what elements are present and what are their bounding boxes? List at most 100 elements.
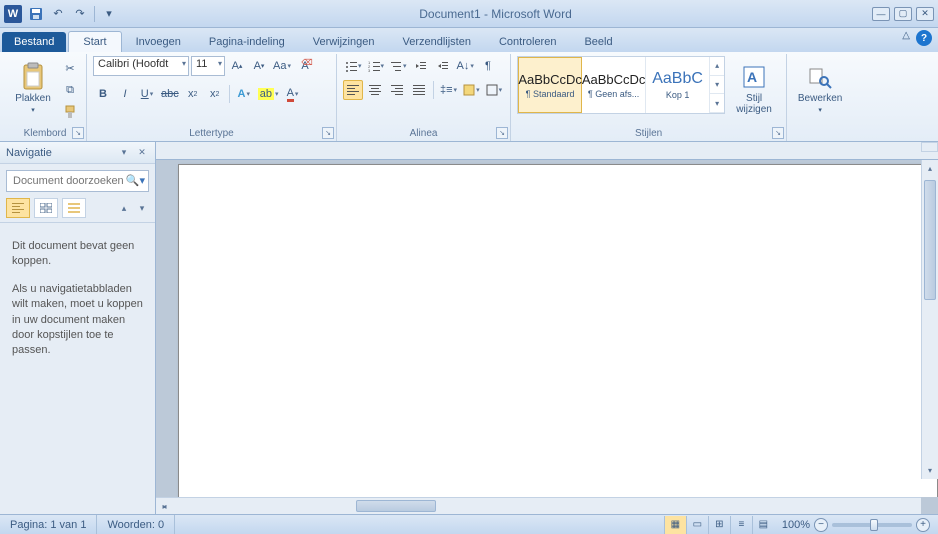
style-geen-afstand[interactable]: AaBbCcDc ¶ Geen afs... [582, 57, 646, 113]
scroll-right-icon[interactable]: ▸ [156, 498, 173, 515]
font-size-combo[interactable]: 11 [191, 56, 225, 76]
horizontal-scroll-thumb[interactable] [356, 500, 436, 512]
scroll-up-icon[interactable]: ▴ [922, 160, 938, 177]
sort-icon[interactable]: A↓ [455, 56, 476, 76]
numbering-icon[interactable]: 123 [366, 56, 387, 76]
redo-icon[interactable]: ↷ [70, 4, 90, 24]
align-right-icon[interactable] [387, 80, 407, 100]
undo-icon[interactable]: ↶ [48, 4, 68, 24]
document-page[interactable] [178, 164, 938, 497]
nav-close-icon[interactable]: ✕ [135, 146, 149, 160]
italic-button[interactable]: I [115, 84, 135, 104]
maximize-button[interactable]: ▢ [894, 7, 912, 21]
workspace: Navigatie ▾ ✕ 🔍▾ ▴ ▾ Dit document bevat … [0, 142, 938, 514]
multilevel-list-icon[interactable] [388, 56, 409, 76]
tab-start[interactable]: Start [68, 31, 121, 52]
grow-font-icon[interactable]: A▴ [227, 56, 247, 76]
nav-tab-headings[interactable] [6, 198, 30, 218]
shading-icon[interactable] [461, 80, 482, 100]
nav-next-icon[interactable]: ▾ [135, 201, 149, 215]
split-handle[interactable] [921, 142, 938, 152]
underline-button[interactable]: U [137, 84, 157, 104]
zoom-out-button[interactable]: − [814, 518, 828, 532]
style-preview: AaBbCcDc [518, 72, 582, 87]
borders-icon[interactable] [484, 80, 505, 100]
line-spacing-icon[interactable]: ‡≡ [438, 80, 459, 100]
styles-dialog-launcher[interactable]: ↘ [772, 127, 784, 139]
outline-view-icon[interactable]: ≡ [730, 516, 752, 534]
style-standaard[interactable]: AaBbCcDc ¶ Standaard [518, 57, 582, 113]
vertical-scroll-thumb[interactable] [924, 180, 936, 300]
gallery-down-icon[interactable]: ▾ [710, 76, 724, 95]
bold-button[interactable]: B [93, 84, 113, 104]
change-styles-button[interactable]: A Stijl wijzigen [729, 56, 779, 122]
format-painter-icon[interactable] [60, 102, 80, 122]
fullscreen-reading-view-icon[interactable]: ▭ [686, 516, 708, 534]
nav-tab-pages[interactable] [34, 198, 58, 218]
justify-icon[interactable] [409, 80, 429, 100]
editing-button[interactable]: Bewerken▾ [793, 56, 847, 122]
gallery-more-icon[interactable]: ▾ [710, 94, 724, 113]
style-kop-1[interactable]: AaBbC Kop 1 [646, 57, 710, 113]
status-words[interactable]: Woorden: 0 [97, 515, 175, 534]
save-icon[interactable] [26, 4, 46, 24]
scroll-down-icon[interactable]: ▾ [922, 462, 938, 479]
close-button[interactable]: ✕ [916, 7, 934, 21]
text-effects-icon[interactable]: A [234, 84, 254, 104]
tab-verwijzingen[interactable]: Verwijzingen [299, 32, 389, 52]
tab-beeld[interactable]: Beeld [570, 32, 626, 52]
navigation-tabs: ▴ ▾ [0, 198, 155, 223]
minimize-button[interactable]: — [872, 7, 890, 21]
status-page[interactable]: Pagina: 1 van 1 [0, 515, 97, 534]
superscript-button[interactable]: x2 [205, 84, 225, 104]
tab-controleren[interactable]: Controleren [485, 32, 570, 52]
align-left-icon[interactable] [343, 80, 363, 100]
word-app-icon: W [4, 5, 22, 23]
align-center-icon[interactable] [365, 80, 385, 100]
zoom-slider-thumb[interactable] [870, 519, 878, 531]
tab-pagina-indeling[interactable]: Pagina-indeling [195, 32, 299, 52]
gallery-up-icon[interactable]: ▴ [710, 57, 724, 76]
clipboard-dialog-launcher[interactable]: ↘ [72, 127, 84, 139]
change-case-icon[interactable]: Aa [271, 56, 293, 76]
copy-icon[interactable]: ⧉ [60, 80, 80, 100]
bullets-icon[interactable] [343, 56, 364, 76]
font-dialog-launcher[interactable]: ↘ [322, 127, 334, 139]
cut-icon[interactable]: ✂ [60, 58, 80, 78]
zoom-in-button[interactable]: + [916, 518, 930, 532]
clear-formatting-icon[interactable]: A⌫ [295, 56, 315, 76]
window-title: Document1 - Microsoft Word [119, 7, 872, 21]
strikethrough-button[interactable]: abc [159, 84, 181, 104]
nav-prev-icon[interactable]: ▴ [117, 201, 131, 215]
horizontal-ruler[interactable] [156, 142, 938, 160]
zoom-level[interactable]: 100% [782, 519, 810, 531]
paste-button[interactable]: Plakken▾ [10, 56, 56, 122]
highlight-icon[interactable]: ab [256, 84, 281, 104]
print-layout-view-icon[interactable]: ▦ [664, 516, 686, 534]
increase-indent-icon[interactable] [433, 56, 453, 76]
nav-menu-icon[interactable]: ▾ [117, 146, 131, 160]
decrease-indent-icon[interactable] [411, 56, 431, 76]
separator [94, 6, 95, 22]
qat-customize-icon[interactable]: ▾ [99, 4, 119, 24]
help-icon[interactable]: ? [916, 30, 932, 46]
font-name-combo[interactable]: Calibri (Hoofdt [93, 56, 189, 76]
tab-invoegen[interactable]: Invoegen [122, 32, 195, 52]
style-preview: AaBbC [652, 70, 703, 88]
font-color-icon[interactable]: A [283, 84, 303, 104]
paste-label: Plakken [15, 93, 51, 104]
draft-view-icon[interactable]: ▤ [752, 516, 774, 534]
minimize-ribbon-icon[interactable]: △ [902, 30, 910, 46]
tab-verzendlijsten[interactable]: Verzendlijsten [388, 32, 485, 52]
subscript-button[interactable]: x2 [183, 84, 203, 104]
zoom-slider[interactable] [832, 523, 912, 527]
search-icon[interactable]: 🔍▾ [126, 174, 145, 187]
nav-tab-results[interactable] [62, 198, 86, 218]
show-marks-icon[interactable]: ¶ [478, 56, 498, 76]
paragraph-dialog-launcher[interactable]: ↘ [496, 127, 508, 139]
document-viewport[interactable]: ▴ ▾ [156, 160, 938, 497]
clipboard-group-label: Klembord [10, 126, 80, 141]
web-layout-view-icon[interactable]: ⊞ [708, 516, 730, 534]
shrink-font-icon[interactable]: A▾ [249, 56, 269, 76]
file-tab[interactable]: Bestand [2, 32, 66, 52]
